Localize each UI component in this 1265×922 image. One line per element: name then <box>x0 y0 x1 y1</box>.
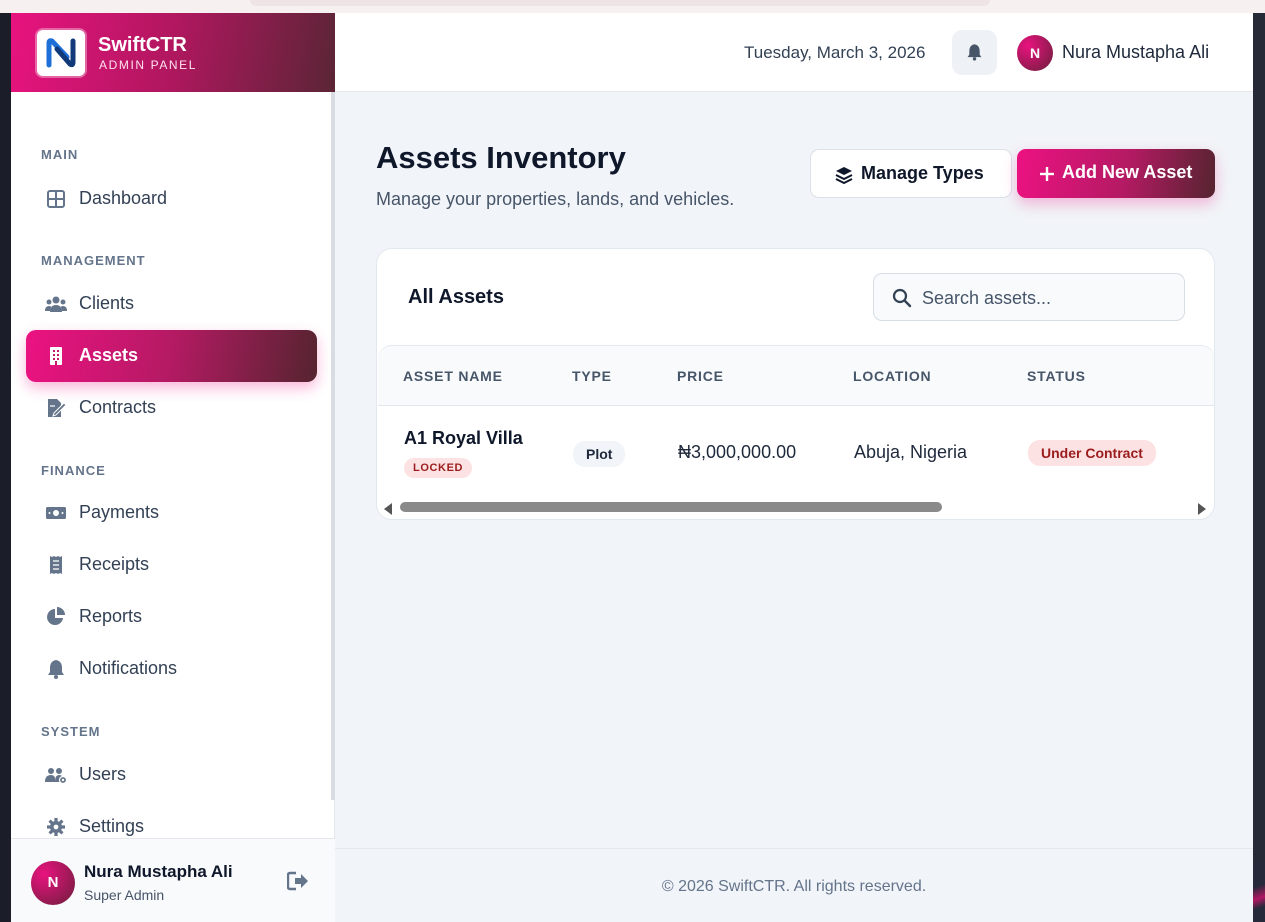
sidebar-item-users[interactable]: Users <box>26 749 317 801</box>
search-input[interactable] <box>922 286 1172 310</box>
building-icon <box>50 347 62 365</box>
sidebar-item-label: Contracts <box>79 397 157 417</box>
sidebar-item-label: Reports <box>79 606 143 626</box>
type-badge: Plot <box>573 441 626 467</box>
sidebar-scrollbar[interactable] <box>331 92 335 800</box>
layers-icon <box>835 167 853 184</box>
window-right-edge <box>1253 13 1265 922</box>
sidebar-item-assets[interactable]: Assets <box>26 330 317 382</box>
brand-subtitle: ADMIN PANEL <box>99 58 198 72</box>
locked-badge: LOCKED <box>404 458 473 478</box>
column-header-location[interactable]: LOCATION <box>853 368 931 384</box>
header-user-name[interactable]: Nura Mustapha Ali <box>1062 42 1209 63</box>
logo-n-icon <box>46 38 76 68</box>
column-header-asset-name[interactable]: ASSET NAME <box>403 368 503 384</box>
pie-chart-icon <box>47 607 65 625</box>
top-header: Tuesday, March 3, 2026 N Nura Mustapha A… <box>335 13 1253 92</box>
asset-price: ₦3,000,000.00 <box>678 442 797 462</box>
money-bill-icon <box>46 507 66 519</box>
sidebar-item-clients[interactable]: Clients <box>26 278 317 330</box>
scroll-right-arrow-icon[interactable] <box>1198 503 1206 515</box>
window-edge-accent <box>1253 862 1265 922</box>
sidebar-item-label: Assets <box>79 345 139 365</box>
notifications-button[interactable] <box>952 30 997 75</box>
sidebar-item-label: Payments <box>79 502 160 522</box>
search-box[interactable] <box>873 273 1185 321</box>
sidebar-item-label: Settings <box>79 816 145 836</box>
sidebar-user-role: Super Admin <box>84 887 165 903</box>
section-management: MANAGEMENT <box>41 253 146 268</box>
current-date: Tuesday, March 3, 2026 <box>744 43 926 62</box>
section-finance: FINANCE <box>41 463 106 478</box>
gear-icon <box>47 818 65 836</box>
copyright-text: © 2026 SwiftCTR. All rights reserved. <box>661 878 927 895</box>
sidebar-item-label: Notifications <box>79 658 178 678</box>
receipt-icon <box>50 556 62 574</box>
sidebar-item-label: Clients <box>79 293 135 313</box>
logout-icon[interactable] <box>287 871 309 891</box>
assets-card: All Assets ASSET NAME TYPE PRICE LOCATIO… <box>376 248 1215 520</box>
add-new-asset-button[interactable]: Add New Asset <box>1017 149 1215 198</box>
manage-types-label: Manage Types <box>861 163 984 183</box>
app-window: SwiftCTR ADMIN PANEL MAIN Dashboard MANA… <box>11 13 1253 922</box>
users-group-icon <box>45 296 67 312</box>
asset-name[interactable]: A1 Royal Villa <box>404 428 523 449</box>
users-cog-icon <box>45 768 67 785</box>
manage-types-button[interactable]: Manage Types <box>810 149 1012 198</box>
column-header-status[interactable]: STATUS <box>1027 368 1086 384</box>
avatar[interactable]: N <box>31 861 75 905</box>
logo <box>37 30 85 76</box>
status-badge: Under Contract <box>1028 440 1156 466</box>
brand-header[interactable]: SwiftCTR ADMIN PANEL <box>11 13 335 92</box>
column-header-type[interactable]: TYPE <box>572 368 612 384</box>
avatar[interactable]: N <box>1017 35 1053 71</box>
card-title: All Assets <box>408 286 504 308</box>
table-row[interactable]: A1 Royal Villa LOCKED Plot ₦3,000,000.00… <box>378 406 1214 498</box>
sidebar-item-payments[interactable]: Payments <box>26 487 317 539</box>
sidebar-item-notifications[interactable]: Notifications <box>26 643 317 695</box>
sidebar: SwiftCTR ADMIN PANEL MAIN Dashboard MANA… <box>11 13 335 922</box>
file-signature-icon <box>48 399 67 417</box>
scroll-left-arrow-icon[interactable] <box>384 503 392 515</box>
plus-icon <box>1040 167 1054 181</box>
sidebar-item-reports[interactable]: Reports <box>26 591 317 643</box>
search-icon <box>892 288 912 308</box>
sidebar-user-card: N Nura Mustapha Ali Super Admin <box>11 838 335 922</box>
sidebar-item-receipts[interactable]: Receipts <box>26 539 317 591</box>
table-header: ASSET NAME TYPE PRICE LOCATION STATUS <box>378 345 1214 406</box>
sidebar-item-contracts[interactable]: Contracts <box>26 382 317 434</box>
bell-icon <box>48 660 64 679</box>
table-horizontal-scrollbar[interactable] <box>378 499 1214 519</box>
sidebar-item-dashboard[interactable]: Dashboard <box>26 173 317 225</box>
browser-top-strip <box>0 0 1265 13</box>
add-new-asset-label: Add New Asset <box>1062 162 1193 182</box>
sidebar-item-label: Dashboard <box>79 188 168 208</box>
window-left-edge <box>0 13 11 922</box>
sidebar-item-label: Users <box>79 764 127 784</box>
section-main: MAIN <box>41 147 79 162</box>
page-title: Assets Inventory <box>376 140 626 175</box>
asset-location: Abuja, Nigeria <box>854 442 968 462</box>
brand-name: SwiftCTR <box>98 34 187 56</box>
section-system: SYSTEM <box>41 724 101 739</box>
column-header-price[interactable]: PRICE <box>677 368 724 384</box>
bell-icon <box>967 44 982 61</box>
sidebar-user-name: Nura Mustapha Ali <box>84 862 233 881</box>
page-subtitle: Manage your properties, lands, and vehic… <box>376 189 735 209</box>
page-footer: © 2026 SwiftCTR. All rights reserved. <box>335 848 1253 922</box>
scrollbar-thumb[interactable] <box>400 502 942 512</box>
sidebar-item-label: Receipts <box>79 554 150 574</box>
browser-tab-pill <box>250 0 990 6</box>
grid-icon <box>47 190 65 208</box>
